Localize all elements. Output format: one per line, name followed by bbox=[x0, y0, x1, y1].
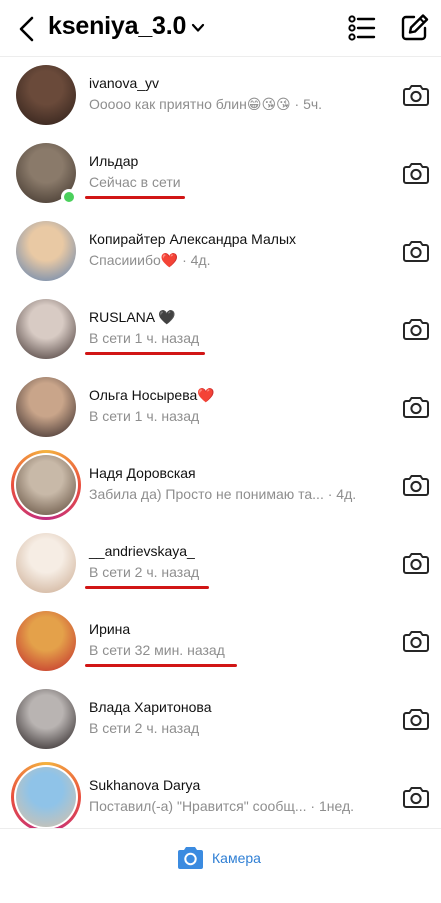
thread-subtitle: Спасииибо❤️ · 4д. bbox=[89, 252, 211, 268]
avatar[interactable] bbox=[16, 689, 76, 749]
account-username: kseniya_3.0 bbox=[48, 12, 187, 40]
camera-icon[interactable] bbox=[403, 786, 429, 808]
thread-subtitle: В сети 1 ч. назад bbox=[89, 330, 200, 346]
avatar[interactable] bbox=[16, 65, 76, 125]
thread-name: Ирина bbox=[89, 621, 131, 637]
camera-icon[interactable] bbox=[403, 552, 429, 574]
thread-name: Ильдар bbox=[89, 153, 139, 169]
thread-row[interactable]: Ольга Носырева❤️ В сети 1 ч. назад bbox=[0, 369, 441, 447]
thread-name: RUSLANA 🖤 bbox=[89, 309, 176, 325]
thread-subtitle: В сети 2 ч. назад bbox=[89, 720, 200, 736]
avatar[interactable] bbox=[16, 767, 76, 827]
camera-button[interactable]: Камера bbox=[177, 845, 261, 870]
avatar[interactable] bbox=[16, 299, 76, 359]
thread-subtitle: Ооооо как приятно блин😁😘😘 · 5ч. bbox=[89, 96, 323, 112]
camera-icon[interactable] bbox=[403, 474, 429, 496]
camera-icon[interactable] bbox=[403, 630, 429, 652]
thread-row[interactable]: Копирайтер Александра Малых Спасииибо❤️ ·… bbox=[0, 213, 441, 291]
avatar[interactable] bbox=[16, 455, 76, 515]
thread-row[interactable]: Надя Доровская Забила да) Просто не поним… bbox=[0, 447, 441, 525]
chevron-down-icon bbox=[192, 23, 205, 32]
thread-name: __andrievskaya_ bbox=[89, 543, 195, 559]
camera-icon[interactable] bbox=[403, 396, 429, 418]
thread-name: Sukhanova Darya bbox=[89, 777, 201, 793]
list-icon[interactable] bbox=[348, 14, 376, 42]
camera-icon bbox=[178, 847, 203, 869]
thread-name: Надя Доровская bbox=[89, 465, 196, 481]
thread-subtitle: В сети 2 ч. назад bbox=[89, 564, 200, 580]
avatar[interactable] bbox=[16, 533, 76, 593]
compose-icon[interactable] bbox=[400, 12, 430, 42]
thread-list: ivanova_yv Ооооо как приятно блин😁😘😘 · 5ч… bbox=[0, 57, 441, 828]
avatar[interactable] bbox=[16, 221, 76, 281]
thread-name: ivanova_yv bbox=[89, 75, 160, 91]
thread-subtitle: Сейчас в сети bbox=[89, 174, 181, 190]
camera-icon[interactable] bbox=[403, 162, 429, 184]
thread-row[interactable]: Ирина В сети 32 мин. назад bbox=[0, 603, 441, 681]
thread-row[interactable]: RUSLANA 🖤 В сети 1 ч. назад bbox=[0, 291, 441, 369]
thread-subtitle: Поставил(-а) "Нравится" сообщ... · 1нед. bbox=[89, 798, 355, 814]
online-indicator bbox=[61, 189, 77, 205]
red-underline-annotation bbox=[85, 664, 237, 667]
avatar[interactable] bbox=[16, 377, 76, 437]
thread-row[interactable]: Ильдар Сейчас в сети bbox=[0, 135, 441, 213]
thread-name: Влада Харитонова bbox=[89, 699, 212, 715]
red-underline-annotation bbox=[85, 586, 209, 589]
thread-subtitle: В сети 1 ч. назад bbox=[89, 408, 200, 424]
thread-subtitle: Забила да) Просто не понимаю та... · 4д. bbox=[89, 486, 357, 502]
camera-icon[interactable] bbox=[403, 240, 429, 262]
camera-icon[interactable] bbox=[403, 84, 429, 106]
camera-label: Камера bbox=[212, 849, 261, 866]
thread-name: Ольга Носырева❤️ bbox=[89, 387, 215, 403]
camera-icon[interactable] bbox=[403, 318, 429, 340]
thread-row[interactable]: Sukhanova Darya Поставил(-а) "Нравится" с… bbox=[0, 759, 441, 828]
thread-row[interactable]: ivanova_yv Ооооо как приятно блин😁😘😘 · 5ч… bbox=[0, 57, 441, 135]
thread-row[interactable]: __andrievskaya_ В сети 2 ч. назад bbox=[0, 525, 441, 603]
header: kseniya_3.0 bbox=[0, 0, 441, 57]
thread-subtitle: В сети 32 мин. назад bbox=[89, 642, 225, 658]
camera-icon[interactable] bbox=[403, 708, 429, 730]
red-underline-annotation bbox=[85, 196, 185, 199]
red-underline-annotation bbox=[85, 352, 205, 355]
thread-name: Копирайтер Александра Малых bbox=[89, 231, 297, 247]
account-switcher[interactable]: kseniya_3.0 bbox=[48, 12, 205, 41]
avatar[interactable] bbox=[16, 611, 76, 671]
chevron-left-icon[interactable] bbox=[16, 14, 38, 44]
footer-bar: Камера bbox=[0, 828, 441, 903]
thread-row[interactable]: Влада Харитонова В сети 2 ч. назад bbox=[0, 681, 441, 759]
